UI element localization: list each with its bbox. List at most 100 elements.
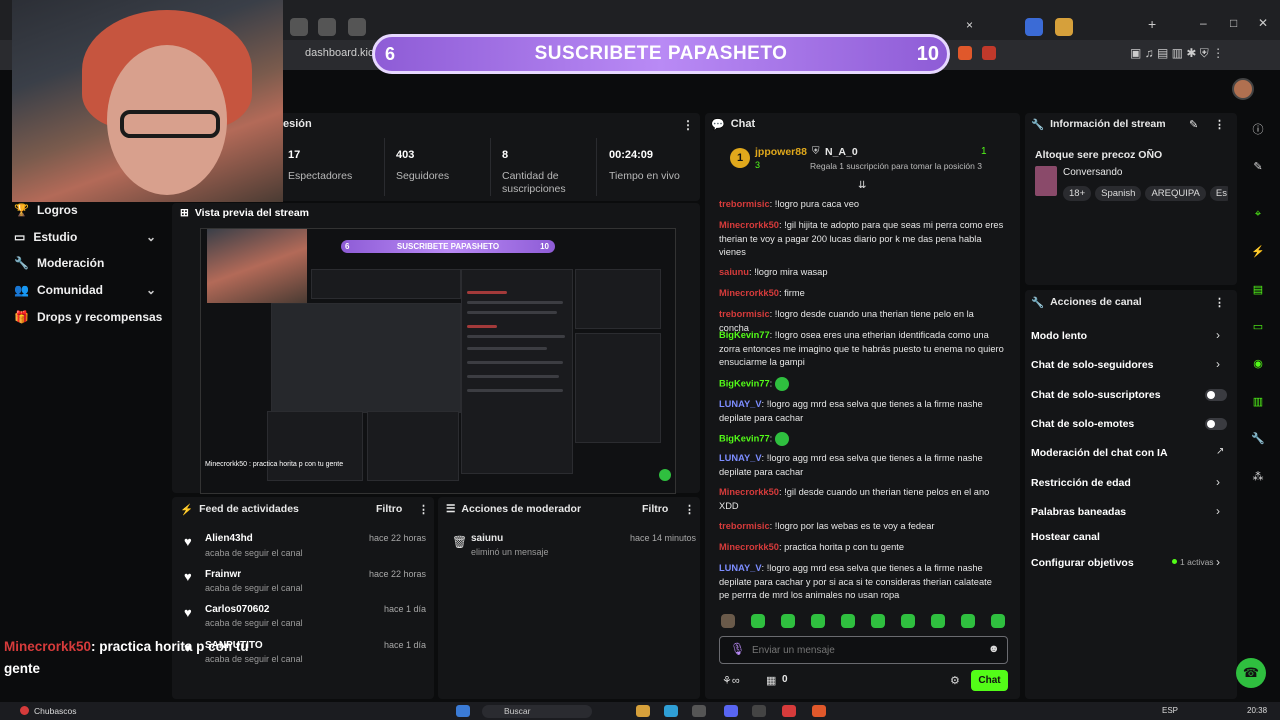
tab-icon[interactable]	[318, 18, 336, 36]
action-ai-moderation[interactable]: Moderación del chat con IA	[1031, 447, 1168, 459]
emote-icon[interactable]	[991, 614, 1005, 628]
settings-icon[interactable]: ⚙	[950, 674, 960, 687]
mini-channel-actions	[575, 333, 661, 443]
explorer-icon[interactable]	[636, 705, 650, 717]
emote-icon[interactable]	[811, 614, 825, 628]
chevron-right-icon[interactable]: ›	[1216, 328, 1220, 342]
minimize-icon[interactable]: –	[1200, 16, 1207, 30]
external-link-icon[interactable]: ↗	[1216, 446, 1224, 457]
microphone-icon[interactable]: 🎙	[730, 642, 745, 656]
tab-icon[interactable]	[290, 18, 308, 36]
edit-icon[interactable]: ✎	[1189, 118, 1198, 131]
nav-item-drops[interactable]: 🎁 Drops y recompensas	[14, 310, 162, 324]
mod-filter-button[interactable]: Filtro	[642, 503, 668, 515]
maximize-icon[interactable]: □	[1230, 16, 1237, 30]
emote-icon[interactable]	[721, 614, 735, 628]
chevron-right-icon[interactable]: ›	[1216, 504, 1220, 518]
url-text[interactable]: dashboard.kick.	[305, 47, 382, 59]
nav-item-logros[interactable]: 🏆 Logros	[14, 203, 78, 217]
notes-icon[interactable]: ▤	[1247, 278, 1269, 300]
gift-sub-prompt[interactable]: Regala 1 suscripción para tomar la posic…	[810, 161, 982, 171]
nodes-icon[interactable]: ⁂	[1247, 465, 1269, 487]
preview-banner: 6 SUSCRIBETE PAPASHETO 10	[341, 240, 555, 253]
banner-title: SUSCRIBETE PAPASHETO	[534, 43, 788, 64]
wrench-icon: 🔧	[1031, 119, 1045, 131]
support-icon[interactable]: ☎	[1236, 658, 1266, 688]
chevron-right-icon[interactable]: ›	[1216, 357, 1220, 371]
more-icon[interactable]: ⋮	[418, 503, 429, 516]
info-icon[interactable]: ⓘ	[1247, 118, 1269, 140]
tab-icon[interactable]	[1025, 18, 1043, 36]
app-icon[interactable]	[752, 705, 766, 717]
app-icon[interactable]	[782, 705, 796, 717]
clock[interactable]: 20:38	[1247, 706, 1267, 715]
mini-line	[467, 291, 507, 294]
feed-filter-button[interactable]: Filtro	[376, 503, 402, 515]
discord-icon[interactable]	[724, 705, 738, 717]
close-window-icon[interactable]: ✕	[1258, 16, 1268, 30]
app-icon[interactable]	[692, 705, 706, 717]
emotes-only-toggle[interactable]	[1205, 418, 1227, 430]
more-icon[interactable]: ⋮	[684, 503, 695, 516]
start-icon[interactable]	[456, 705, 470, 717]
rewards-icon[interactable]	[982, 46, 996, 60]
second-gifter[interactable]: N_A_0	[825, 146, 858, 158]
send-chat-button[interactable]: Chat	[971, 670, 1008, 691]
bolt-icon[interactable]: ⚡	[1247, 240, 1269, 262]
feed-item-name[interactable]: Carlos070602	[205, 604, 270, 615]
toolbar-icons[interactable]: ▣ ♫ ▤ ▥ ✱ ⛨ ⋮	[1130, 46, 1224, 61]
tag: Spanish	[1095, 186, 1142, 201]
chevron-right-icon[interactable]: ›	[1216, 475, 1220, 489]
emote-icon[interactable]	[901, 614, 915, 628]
sub-goal-banner: 6 SUSCRIBETE PAPASHETO 10	[372, 34, 950, 74]
pen-icon[interactable]: ✎	[1247, 155, 1269, 177]
nav-item-comunidad[interactable]: 👥 Comunidad ⌄	[14, 283, 156, 297]
tab-icon[interactable]	[1055, 18, 1073, 36]
close-tab-icon[interactable]: ×	[966, 18, 973, 32]
focus-icon[interactable]: ⌖	[1247, 203, 1269, 225]
more-icon[interactable]: ⋮	[1214, 118, 1225, 131]
brave-icon[interactable]	[812, 705, 826, 717]
emote-icon[interactable]	[751, 614, 765, 628]
avatar[interactable]	[1232, 78, 1254, 100]
emote-icon[interactable]	[841, 614, 855, 628]
chat-input[interactable]	[719, 636, 1008, 664]
chevron-right-icon[interactable]: ›	[1216, 555, 1220, 569]
broadcast-icon[interactable]: ◉	[1247, 352, 1269, 374]
more-icon[interactable]: ⋮	[1214, 296, 1225, 309]
chat-icon[interactable]: ▭	[1247, 315, 1269, 337]
brave-shield-icon[interactable]	[958, 46, 972, 60]
chat-message: trebormisic: !logro pura caca veo	[719, 199, 860, 209]
mod-item-name[interactable]: saiunu	[471, 533, 503, 544]
wrench-icon[interactable]: 🔧	[1247, 427, 1269, 449]
top-gifter[interactable]: jppower88	[755, 146, 807, 158]
taskbar-app-label[interactable]: Chubascos	[34, 706, 77, 716]
category-name[interactable]: Conversando	[1063, 167, 1122, 178]
clipboard-icon[interactable]: ▥	[1247, 390, 1269, 412]
action-set-goals[interactable]: Configurar objetivos	[1031, 557, 1134, 569]
emote-icon[interactable]	[931, 614, 945, 628]
taskbar-search[interactable]: Buscar	[482, 705, 592, 718]
emote-icon[interactable]	[961, 614, 975, 628]
emote-icon[interactable]	[781, 614, 795, 628]
collapse-icon[interactable]: ⇊	[858, 180, 866, 191]
edge-icon[interactable]	[664, 705, 678, 717]
stream-preview[interactable]: 6 SUSCRIBETE PAPASHETO 10 Minecrorkk50 :…	[200, 228, 676, 494]
subs-only-toggle[interactable]	[1205, 389, 1227, 401]
nav-item-estudio[interactable]: ▭ Estudio ⌄	[14, 230, 156, 244]
gift-box-icon[interactable]: ▦	[766, 674, 776, 687]
language-indicator[interactable]: ESP	[1162, 706, 1178, 715]
action-followers-only[interactable]: Chat de solo-seguidores	[1031, 359, 1154, 371]
tab-icon[interactable]	[348, 18, 366, 36]
new-tab-icon[interactable]: +	[1148, 16, 1156, 32]
emoji-icon[interactable]: ☻	[988, 643, 1000, 655]
nav-item-moderacion[interactable]: 🔧 Moderación	[14, 256, 104, 270]
action-age-restriction[interactable]: Restricción de edad	[1031, 477, 1131, 489]
emote-icon[interactable]	[871, 614, 885, 628]
action-host-channel[interactable]: Hostear canal	[1031, 531, 1100, 543]
action-slow-mode[interactable]: Modo lento	[1031, 330, 1087, 342]
feed-item-name[interactable]: Frainwr	[205, 569, 241, 580]
tag-list: 18+ Spanish AREQUIPA Es	[1063, 183, 1228, 201]
action-banned-words[interactable]: Palabras baneadas	[1031, 506, 1126, 518]
feed-item-name[interactable]: Alien43hd	[205, 533, 253, 544]
